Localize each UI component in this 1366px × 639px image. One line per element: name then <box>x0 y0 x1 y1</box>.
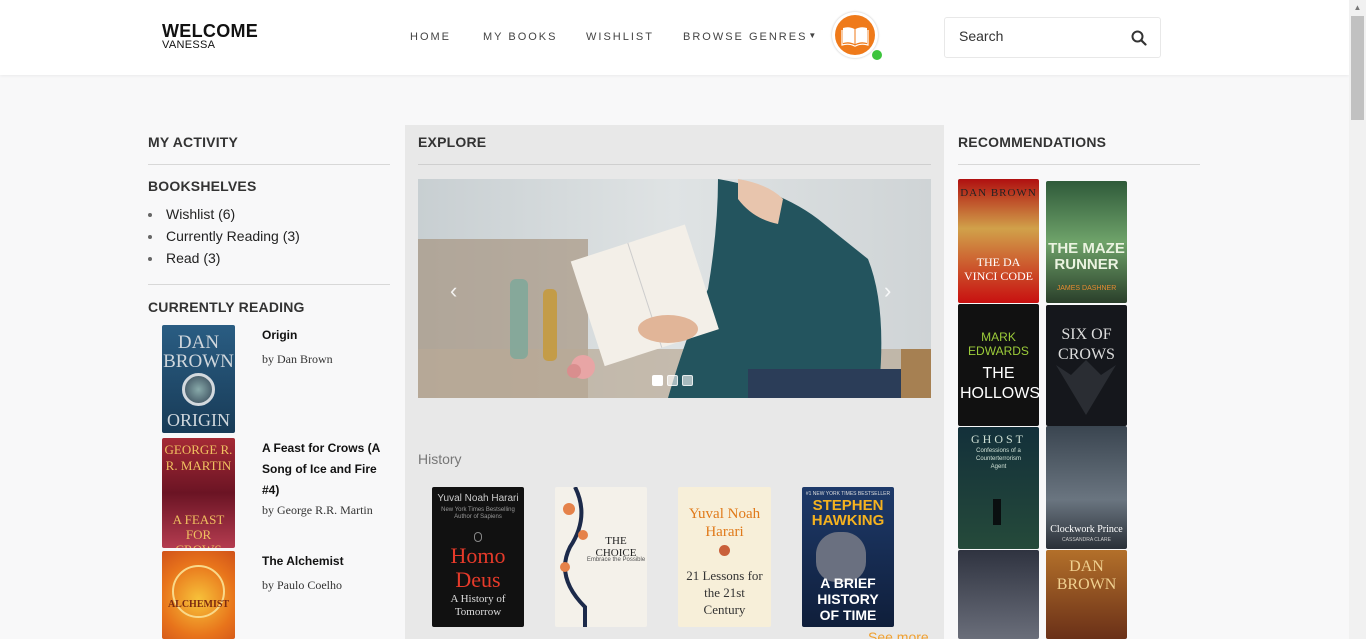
cover-title: A FEAST FOR CROWS <box>172 512 225 548</box>
cover-title: Homo Deus <box>450 543 506 592</box>
cover-spiral-art <box>182 373 215 406</box>
cover-title: THE MAZE RUNNER <box>1048 240 1125 273</box>
book-cover-feast-for-crows[interactable]: GEORGE R. R. MARTIN A FEAST FOR CROWS <box>162 438 235 548</box>
page-scrollbar[interactable]: ▲ <box>1349 0 1366 639</box>
explore-title: EXPLORE <box>418 134 487 150</box>
bookshelves-title: BOOKSHELVES <box>148 178 257 194</box>
username-label: VANESSA <box>162 39 216 51</box>
open-book-icon <box>841 27 869 47</box>
shelf-wishlist[interactable]: Wishlist (6) <box>148 205 300 227</box>
cover-author: Yuval Noah Harari <box>688 506 761 540</box>
cover-title: A BRIEF HISTORY OF TIME <box>817 575 879 623</box>
rec-book-clockwork-prince[interactable]: Clockwork Prince CASSANDRA CLARE <box>1046 426 1127 549</box>
cover-author: JAMES DASHNER <box>1056 285 1117 292</box>
book-cover-origin[interactable]: DAN BROWN ORIGIN <box>162 325 235 433</box>
cover-author: DAN BROWN <box>163 332 234 372</box>
book-title-alchemist[interactable]: The Alchemist <box>262 551 382 572</box>
see-more-link[interactable]: See more <box>868 629 929 639</box>
nav-home[interactable]: HOME <box>410 31 451 43</box>
online-status-dot <box>871 49 883 61</box>
search-input[interactable] <box>959 28 1119 44</box>
cover-title: ORIGIN <box>167 410 230 430</box>
rec-book-dan-brown[interactable]: DAN BROWN <box>1046 550 1127 639</box>
cover-sun-art <box>172 565 225 618</box>
carousel-indicator[interactable] <box>667 375 678 386</box>
currently-reading-title: CURRENTLY READING <box>148 299 305 315</box>
book-author-origin: by Dan Brown <box>262 352 333 366</box>
app-logo[interactable] <box>832 12 883 61</box>
bookshelves-list: Wishlist (6) Currently Reading (3) Read … <box>148 205 300 271</box>
cover-title: THE CHOICE <box>595 535 637 559</box>
shelf-read[interactable]: Read (3) <box>148 249 300 271</box>
my-activity-title: MY ACTIVITY <box>148 134 239 150</box>
cover-title: 21 Lessons for the 21st Century <box>686 568 763 617</box>
book-title-feast-for-crows[interactable]: A Feast for Crows (A Song of Ice and Fir… <box>262 438 382 501</box>
caret-down-icon: ▼ <box>808 31 817 40</box>
cover-title: GHOST <box>970 432 1026 446</box>
welcome-heading: WELCOME <box>162 21 259 41</box>
history-book-brief-history[interactable]: #1 NEW YORK TIMES BESTSELLER STEPHEN HAW… <box>802 487 894 627</box>
cover-title: THE HOLLOWS <box>960 365 1039 402</box>
nav-browse-genres-label: BROWSE GENRES <box>683 31 808 43</box>
cover-subtitle: New York Times Bestselling Author of Sap… <box>441 507 515 520</box>
cover-author: DAN BROWN <box>960 187 1037 199</box>
nav-wishlist[interactable]: WISHLIST <box>586 31 654 43</box>
rec-book-ghost[interactable]: GHOST Confessions of a Counterterrorism … <box>958 427 1039 549</box>
rec-book-maze-runner[interactable]: THE MAZE RUNNER JAMES DASHNER <box>1046 181 1127 303</box>
carousel-indicator[interactable] <box>652 375 663 386</box>
book-author-feast-for-crows: by George R.R. Martin <box>262 503 373 517</box>
book-title-origin[interactable]: Origin <box>262 325 382 346</box>
nav-my-books[interactable]: MY BOOKS <box>483 31 557 43</box>
cover-title: THE DA VINCI CODE <box>964 255 1033 283</box>
cover-author: STEPHEN HAWKING <box>811 497 885 529</box>
rec-book-the-hollows[interactable]: MARK EDWARDS THE HOLLOWS <box>958 304 1039 426</box>
book-author-alchemist: by Paulo Coelho <box>262 578 342 592</box>
divider <box>148 164 390 165</box>
cover-figure-art <box>993 499 1001 525</box>
divider <box>148 284 390 285</box>
logo-circle <box>835 15 875 55</box>
history-label: History <box>418 451 462 467</box>
search-icon[interactable] <box>1131 30 1147 51</box>
welcome-block: WELCOME VANESSA <box>162 22 258 51</box>
cover-author: Yuval Noah Harari <box>437 493 519 504</box>
top-navbar: WELCOME VANESSA HOME MY BOOKS WISHLIST B… <box>0 0 1349 75</box>
fingerprint-icon <box>474 532 482 542</box>
rec-book-six-of-crows[interactable]: SIX OF CROWS <box>1046 305 1127 426</box>
carousel-slide-image <box>418 179 931 398</box>
explore-carousel[interactable] <box>418 179 931 398</box>
history-book-the-choice[interactable]: THE CHOICE Embrace the Possible <box>555 487 647 627</box>
cover-title: Clockwork Prince <box>1050 524 1123 535</box>
cover-eye-art <box>719 545 730 556</box>
cover-subtitle: A History of Tomorrow <box>450 593 506 618</box>
scrollbar-thumb[interactable] <box>1351 16 1364 120</box>
cover-author: CASSANDRA CLARE <box>1062 537 1111 543</box>
search-box <box>944 17 1161 58</box>
cover-author: GEORGE R. R. MARTIN <box>164 442 233 473</box>
carousel-prev-chevron-icon[interactable]: ‹ <box>450 278 457 304</box>
carousel-indicators <box>652 373 697 391</box>
cover-subtitle: Embrace the Possible <box>586 557 646 563</box>
cover-crow-wing-art <box>1056 360 1116 415</box>
cover-author: DAN BROWN <box>1056 558 1117 593</box>
cover-subtitle: Confessions of a Counterterrorism Agent <box>975 448 1021 470</box>
rec-book-7[interactable] <box>958 550 1039 639</box>
cover-author: MARK EDWARDS <box>968 330 1029 358</box>
shelf-currently-reading[interactable]: Currently Reading (3) <box>148 227 300 249</box>
cover-title: ALCHEMIST <box>167 599 230 610</box>
scroll-up-arrow-icon[interactable]: ▲ <box>1349 0 1366 16</box>
history-book-homo-deus[interactable]: Yuval Noah Harari New York Times Bestsel… <box>432 487 524 627</box>
history-book-21-lessons[interactable]: Yuval Noah Harari 21 Lessons for the 21s… <box>678 487 771 627</box>
rec-book-da-vinci-code[interactable]: DAN BROWN THE DA VINCI CODE <box>958 179 1039 303</box>
carousel-next-chevron-icon[interactable]: › <box>884 278 891 304</box>
carousel-indicator[interactable] <box>682 375 693 386</box>
book-cover-alchemist[interactable]: ALCHEMIST <box>162 551 235 639</box>
divider <box>958 164 1200 165</box>
recommendations-title: RECOMMENDATIONS <box>958 134 1107 150</box>
nav-browse-genres[interactable]: BROWSE GENRES▼ <box>683 31 816 43</box>
divider <box>418 164 931 165</box>
